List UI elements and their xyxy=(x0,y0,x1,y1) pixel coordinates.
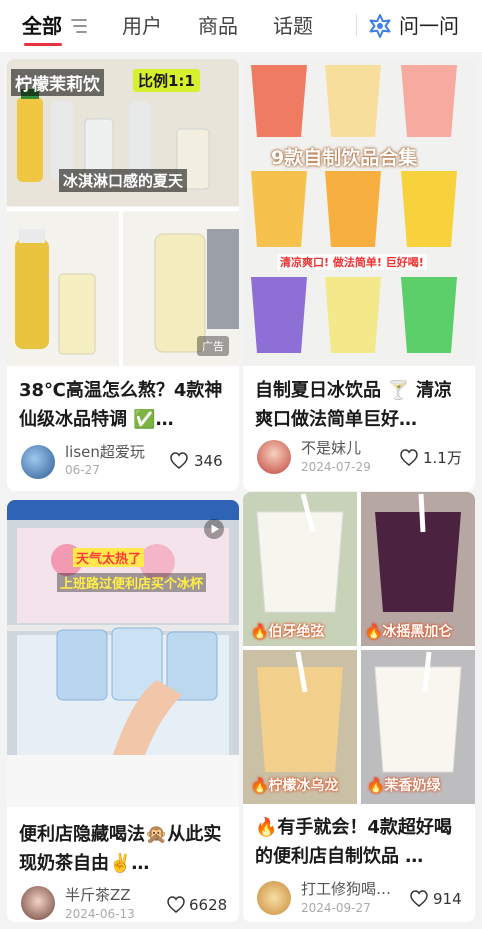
drink-label: 🔥柠檬冰乌龙 xyxy=(251,778,339,794)
post-date: 2024-07-29 xyxy=(301,460,371,474)
author-name[interactable]: 半斤茶ZZ xyxy=(65,886,131,904)
like-count: 914 xyxy=(433,890,462,908)
heart-icon[interactable] xyxy=(400,449,418,466)
cover-caption-line1: 天气太热了 xyxy=(73,548,145,567)
avatar[interactable] xyxy=(257,881,291,915)
note-card[interactable]: 柠檬茉莉饮 比例1:1 冰淇淋口感的夏天 广告 38℃高温怎么熬？4款神仙级冰品… xyxy=(7,59,239,491)
cover-caption-line2: 上班路过便利店买个冰杯 xyxy=(57,573,207,592)
note-title[interactable]: 38℃高温怎么熬？4款神仙级冰品特调 ✅… xyxy=(19,376,231,434)
video-play-icon[interactable] xyxy=(203,518,225,540)
drinks-collage-photo xyxy=(243,59,475,366)
avatar[interactable] xyxy=(257,440,291,474)
tab-divider xyxy=(356,14,357,36)
author-name[interactable]: 不是妹儿 xyxy=(301,439,361,457)
post-date: 06-27 xyxy=(65,463,100,477)
note-card[interactable]: 天气太热了 上班路过便利店买个冰杯 便利店隐藏喝法🙊从此实现奶茶自由✌️… 半斤… xyxy=(7,500,239,922)
like-count: 6628 xyxy=(189,896,228,914)
heart-icon[interactable] xyxy=(167,896,185,913)
note-cover-image: 天气太热了 上班路过便利店买个冰杯 xyxy=(7,500,239,807)
heart-icon[interactable] xyxy=(170,452,188,469)
drink-label: 🔥茉香奶绿 xyxy=(367,778,441,794)
avatar[interactable] xyxy=(21,886,55,920)
four-drinks-photo xyxy=(243,492,475,804)
author-name[interactable]: 打工修狗喝… xyxy=(301,880,391,898)
cover-headline: 9款自制饮品合集 xyxy=(271,147,418,169)
cover-title-text: 柠檬茉莉饮 xyxy=(11,69,104,96)
cover-ratio-badge: 比例1:1 xyxy=(133,69,200,92)
cover-caption-text: 冰淇淋口感的夏天 xyxy=(59,169,188,192)
like-count: 346 xyxy=(194,452,223,470)
post-date: 2024-09-27 xyxy=(301,901,371,915)
note-cover-image: 🔥伯牙绝弦 🔥冰摇黑加仑 🔥柠檬冰乌龙 🔥茉香奶绿 xyxy=(243,492,475,804)
note-title[interactable]: 便利店隐藏喝法🙊从此实现奶茶自由✌️… xyxy=(19,820,231,878)
sparkle-icon[interactable] xyxy=(367,13,393,39)
avatar[interactable] xyxy=(21,445,55,479)
tab-topics[interactable]: 话题 xyxy=(273,12,313,40)
note-title[interactable]: 自制夏日冰饮品 🍸 清凉爽口做法简单巨好… xyxy=(255,376,467,434)
note-cover-image: 柠檬茉莉饮 比例1:1 冰淇淋口感的夏天 广告 xyxy=(7,59,239,366)
active-tab-indicator xyxy=(24,43,62,46)
ask-button-label[interactable]: 问一问 xyxy=(399,12,459,40)
freezer-photo xyxy=(7,500,239,807)
like-count: 1.1万 xyxy=(423,449,462,467)
search-result-tab-bar: 全部 用户 商品 话题 问一问 xyxy=(0,0,482,52)
tab-all[interactable]: 全部 xyxy=(22,12,62,40)
post-date: 2024-06-13 xyxy=(65,907,135,921)
tab-products[interactable]: 商品 xyxy=(198,12,238,40)
filter-icon[interactable] xyxy=(70,17,88,35)
note-cover-image: 9款自制饮品合集 清凉爽口! 做法简单! 巨好喝! xyxy=(243,59,475,366)
note-card[interactable]: 🔥伯牙绝弦 🔥冰摇黑加仑 🔥柠檬冰乌龙 🔥茉香奶绿 🔥有手就会！4款超好喝的便利… xyxy=(243,492,475,922)
drink-label: 🔥伯牙绝弦 xyxy=(251,624,325,640)
note-card[interactable]: 9款自制饮品合集 清凉爽口! 做法简单! 巨好喝! 自制夏日冰饮品 🍸 清凉爽口… xyxy=(243,59,475,491)
tab-users[interactable]: 用户 xyxy=(122,12,162,40)
drink-photo xyxy=(7,59,239,366)
cover-tagline: 清凉爽口! 做法简单! 巨好喝! xyxy=(277,254,427,270)
ad-badge: 广告 xyxy=(197,336,229,356)
drink-label: 🔥冰摇黑加仑 xyxy=(365,624,453,640)
note-title[interactable]: 🔥有手就会！4款超好喝的便利店自制饮品 … xyxy=(255,813,467,871)
author-name[interactable]: lisen超爱玩 xyxy=(65,443,145,461)
heart-icon[interactable] xyxy=(410,890,428,907)
